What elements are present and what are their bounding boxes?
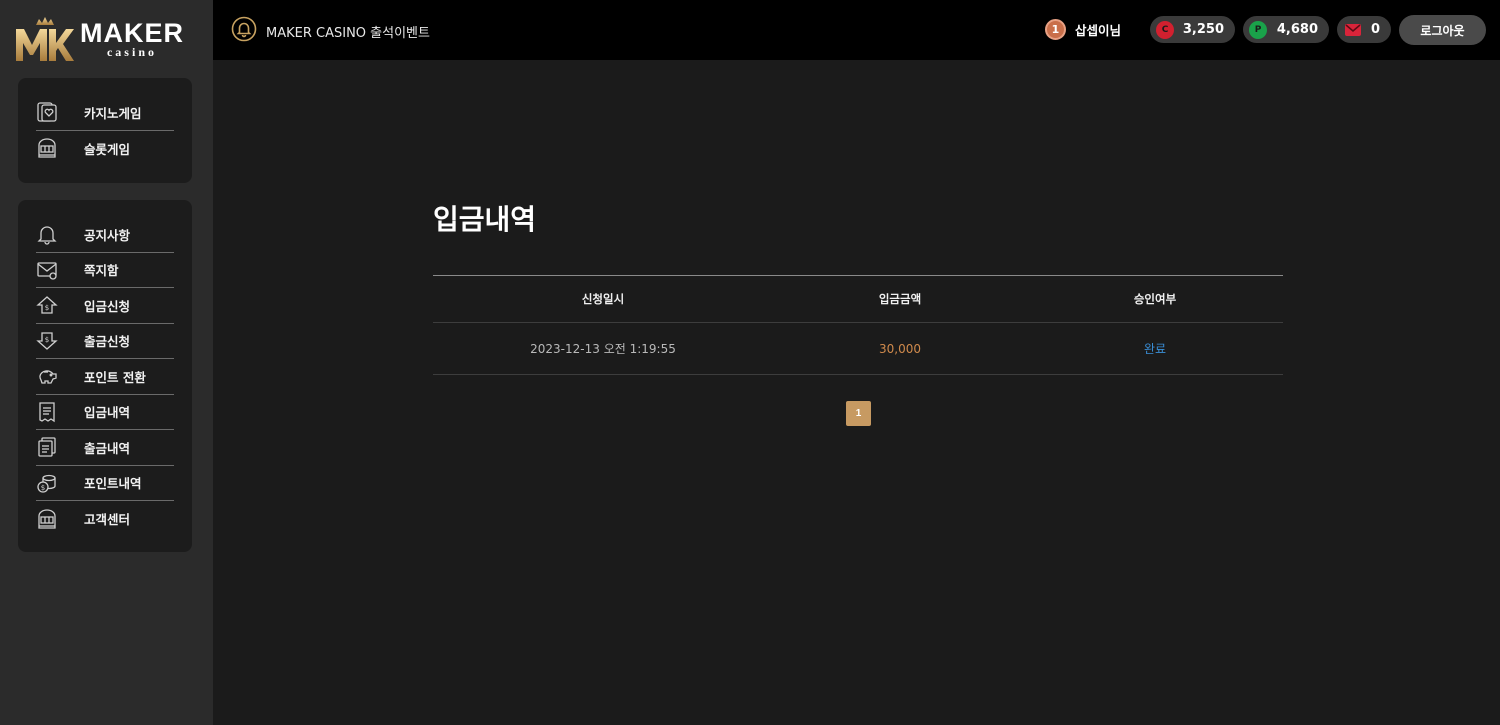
logo-title: MAKER [80,18,184,48]
sidebar-item-withdraw-request[interactable]: $ 출금신청 [36,324,174,359]
sidebar-item-messages[interactable]: 쪽지함 [36,253,174,288]
point-value: 4,680 [1276,22,1318,37]
message-count[interactable]: 0 [1337,16,1391,43]
logout-button[interactable]: 로그아웃 [1399,15,1486,45]
sidebar-item-label: 포인트내역 [84,476,142,492]
point-balance[interactable]: P 4,680 [1243,16,1329,43]
sidebar-item-label: 카지노게임 [84,105,142,121]
sidebar-item-label: 입금내역 [84,405,131,421]
username: 삽셉이님 [1075,23,1122,38]
page-title: 입금내역 [433,203,537,236]
sidebar-item-label: 출금신청 [84,334,131,350]
bell-circle-icon [231,16,257,46]
receipt-icon [36,401,58,423]
sidebar: MAKER casino 카지노게임 슬롯게임 공지사항 쪽지함 $ 입금신청 … [0,0,213,725]
sidebar-item-casino-game[interactable]: 카지노게임 [36,95,174,131]
point-coin-icon: P [1249,20,1267,39]
sidebar-item-withdraw-history[interactable]: 출금내역 [36,430,174,466]
event-label: MAKER CASINO 출석이벤트 [266,25,430,41]
mk-logo-mark [14,15,74,63]
slot-machine-icon [36,137,58,159]
pagination-page-1[interactable]: 1 [846,401,871,426]
svg-text:$: $ [45,336,49,344]
maker-casino-logo[interactable]: MAKER casino [14,14,199,64]
casino-money-balance[interactable]: C 3,250 [1150,16,1235,43]
sidebar-item-deposit-request[interactable]: $ 입금신청 [36,288,174,324]
column-header-date: 신청일시 [581,292,625,306]
sidebar-item-label: 입금신청 [84,298,131,314]
sidebar-item-label: 출금내역 [84,440,131,456]
row-status: 완료 [1143,342,1167,356]
mail-icon [1345,23,1361,36]
bell-icon [36,223,58,245]
sidebar-item-point-history[interactable]: $ 포인트내역 [36,466,174,501]
card-heart-icon [36,101,58,123]
svg-text:$: $ [45,304,49,312]
sidebar-item-deposit-history[interactable]: 입금내역 [36,395,174,430]
documents-icon [36,436,58,458]
deposit-icon: $ [36,294,58,316]
table-row: 2023-12-13 오전 1:19:55 30,000 완료 [433,323,1283,375]
coins-icon: $ [36,472,58,494]
casino-coin-icon: C [1156,20,1174,39]
attendance-event-link[interactable]: MAKER CASINO 출석이벤트 [231,16,430,46]
service-menu: 공지사항 쪽지함 $ 입금신청 $ 출금신청 포인트 전환 입금내역 출금내역 … [18,200,192,552]
top-header: MAKER CASINO 출석이벤트 1 삽셉이님 C 3,250 P 4,68… [213,0,1500,60]
headset-icon [36,508,58,530]
sidebar-item-notice[interactable]: 공지사항 [36,217,174,253]
sidebar-item-point-convert[interactable]: 포인트 전환 [36,359,174,395]
svg-text:$: $ [41,484,45,492]
piggy-bank-icon [36,365,58,387]
deposit-history-table: 신청일시 입금금액 승인여부 2023-12-13 오전 1:19:55 30,… [433,275,1283,375]
logo-subtitle: casino [106,45,157,59]
message-count-value: 0 [1370,22,1380,37]
sidebar-item-label: 슬롯게임 [84,141,131,157]
withdraw-icon: $ [36,330,58,352]
level-badge: 1 [1045,19,1066,40]
column-header-status: 승인여부 [1133,292,1177,306]
table-header: 신청일시 입금금액 승인여부 [433,276,1283,323]
row-date: 2023-12-13 오전 1:19:55 [530,342,676,356]
user-info: 1 삽셉이님 [1045,19,1121,40]
sidebar-item-label: 공지사항 [84,227,131,243]
sidebar-item-label: 고객센터 [84,512,131,528]
games-menu: 카지노게임 슬롯게임 [18,78,192,183]
sidebar-item-label: 포인트 전환 [84,369,146,385]
casino-money-value: 3,250 [1182,22,1224,37]
column-header-amount: 입금금액 [878,292,922,306]
envelope-icon [36,259,58,281]
sidebar-item-slot-game[interactable]: 슬롯게임 [36,131,174,167]
sidebar-item-customer-center[interactable]: 고객센터 [36,501,174,537]
sidebar-item-label: 쪽지함 [84,263,119,279]
row-amount: 30,000 [879,341,921,356]
